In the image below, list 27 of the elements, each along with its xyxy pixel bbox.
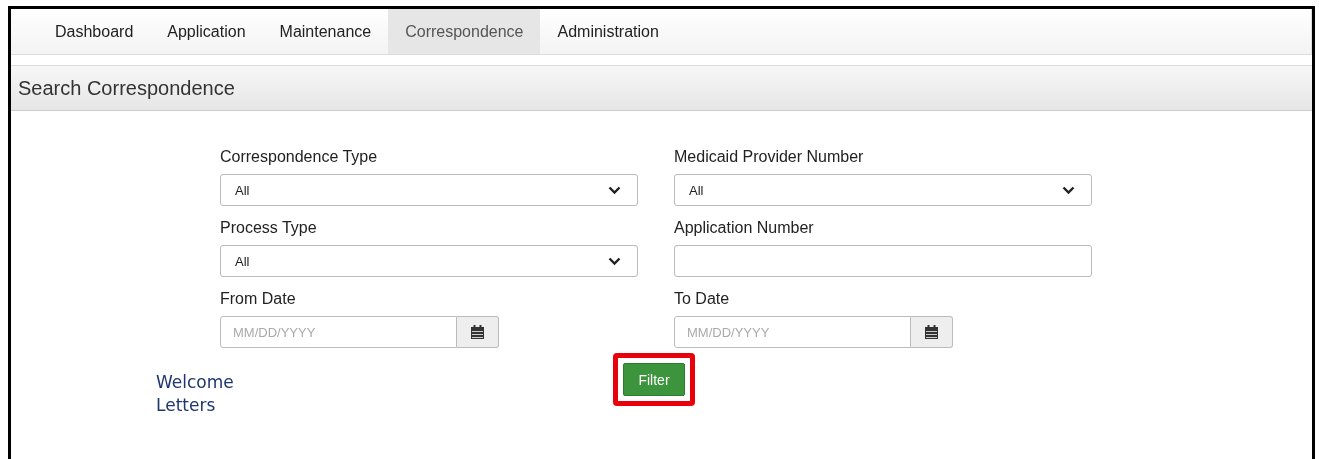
field-label: Process Type (220, 219, 318, 237)
input-field[interactable] (674, 245, 1092, 277)
dropdown[interactable]: All (220, 174, 638, 206)
panel-title: Search Correspondence (18, 76, 235, 100)
date-field[interactable]: MM/DD/YYYY (220, 316, 457, 348)
nav-tab[interactable]: Dashboard (38, 9, 151, 54)
nav-tab[interactable]: Correspondence (388, 9, 541, 54)
field-label: From Date (220, 290, 297, 308)
chevron-down-icon (608, 256, 621, 266)
calendar-icon (925, 325, 938, 339)
dropdown[interactable]: All (674, 174, 1092, 206)
chevron-down-icon (1062, 185, 1075, 195)
filter-button[interactable]: Filter (623, 363, 685, 396)
nav-tab[interactable]: Application (150, 9, 263, 54)
field-label: Application Number (674, 219, 815, 237)
welcome-letters-link[interactable]: Welcome Letters (156, 371, 256, 417)
field-label: Medicaid Provider Number (674, 148, 865, 166)
field-label: Correspondence Type (220, 148, 379, 166)
nav-tab[interactable]: Administration (540, 9, 676, 54)
nav-tab[interactable]: Maintenance (262, 9, 389, 54)
dropdown[interactable]: All (220, 245, 638, 277)
date-field[interactable]: MM/DD/YYYY (674, 316, 911, 348)
calendar-icon (471, 325, 484, 339)
calendar-button[interactable] (911, 316, 953, 348)
calendar-button[interactable] (457, 316, 499, 348)
chevron-down-icon (608, 185, 621, 195)
field-label: To Date (674, 290, 731, 308)
